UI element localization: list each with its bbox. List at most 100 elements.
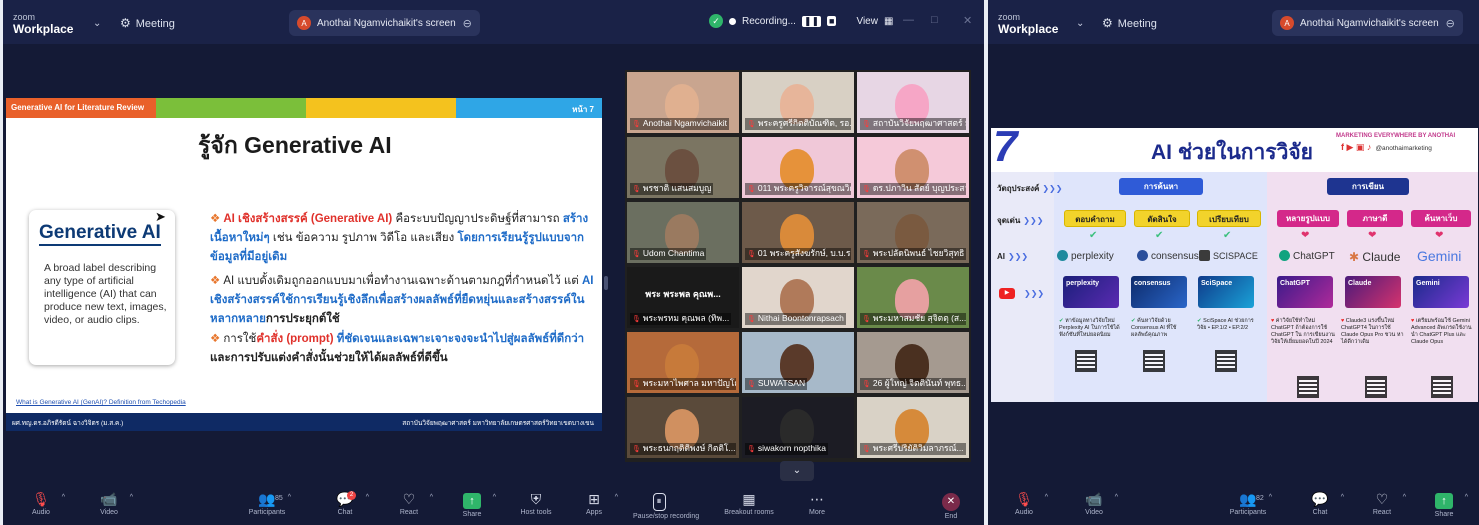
mic-muted-icon: 🎙 [632, 121, 641, 128]
note-claude: ♥ Claude3 แรงขึ้นใหม่ ChatGPT4 ในการใช้ … [1341, 318, 1404, 345]
minimize-icon[interactable]: — [903, 14, 914, 26]
mouse-cursor-icon: ➤ [155, 209, 166, 224]
screen-share-pill[interactable]: A Anothai Ngamvichaikit's screen ⊖ [1272, 10, 1463, 36]
meeting-menu[interactable]: ⚙ Meeting [120, 16, 175, 30]
participant-tile[interactable]: 🎙 011 พระครูวิจารณ์สุขณวิต [742, 137, 854, 198]
participant-name: 🎙 พระมหาสมชัย สุจิตตุ (ส... [860, 313, 966, 325]
share-button[interactable]: ↑ Share ^ [1418, 491, 1470, 518]
audio-button[interactable]: 🎙 Audio ^ [15, 491, 67, 516]
grid-view-icon[interactable]: ▦ [884, 16, 893, 27]
participant-tile[interactable]: 🎙 พระศรีปริยัติวิมลาภรณ์... [857, 397, 969, 458]
caret-up-icon[interactable]: ^ [1115, 494, 1118, 501]
apps-button[interactable]: ⊞ Apps ^ [568, 491, 620, 516]
participant-name: 🎙 26 ผู้ใหญ่ จิตตินันท์ พุทธ... [860, 378, 966, 390]
participant-tile[interactable]: 🎙 พระมหาไพศาล มหาปัญโญ [627, 332, 739, 393]
caret-up-icon[interactable]: ^ [1341, 494, 1344, 501]
video-thumbnail-chatgpt[interactable]: ChatGPT [1277, 276, 1333, 308]
participant-tile[interactable]: 🎙 พรชาติ แสนสมบูญ [627, 137, 739, 198]
caret-up-icon[interactable]: ^ [62, 494, 65, 501]
caret-up-icon[interactable]: ^ [1465, 494, 1468, 501]
participant-tile[interactable]: 🎙 พระธนกฤติติพงษ์ กิตติโ... [627, 397, 739, 458]
react-button[interactable]: ♡ React ^ [1356, 491, 1408, 516]
check-icon: ✔ [1155, 230, 1164, 241]
mic-muted-icon: 🎙 [747, 316, 756, 323]
participant-tile[interactable]: 🎙 26 ผู้ใหญ่ จิตตินันท์ พุทธ... [857, 332, 969, 393]
mic-muted-icon: 🎙 [632, 316, 641, 323]
video-button[interactable]: 📹 Video ^ [83, 491, 135, 516]
caret-up-icon[interactable]: ^ [493, 494, 496, 501]
chat-button[interactable]: 💬 2 Chat ^ [319, 491, 371, 516]
participants-button[interactable]: 👥 85 Participants ^ [241, 491, 293, 516]
video-thumbnail-perplexity[interactable]: perplexity [1063, 276, 1119, 308]
participant-tile[interactable]: 🎙 SUWATSAN [742, 332, 854, 393]
video-thumbnail-consensus[interactable]: consensus [1131, 276, 1187, 308]
breakout-rooms-button[interactable]: ▦ Breakout rooms [723, 491, 775, 516]
row-arrows: ❯❯❯ [1024, 289, 1045, 298]
participant-tile[interactable]: 🎙 siwakorn nopthika [742, 397, 854, 458]
video-button[interactable]: 📹 Video ^ [1068, 491, 1120, 516]
toolbar-label: Host tools [520, 509, 552, 516]
participant-tile[interactable]: 🎙 Anothai Ngamvichaikit [627, 72, 739, 133]
participant-tile[interactable]: 🎙สถาบันวิจัยพฤฒาศาสตร์ ม... [857, 72, 969, 133]
caret-up-icon[interactable]: ^ [1045, 494, 1048, 501]
stop-icon[interactable]: ■ [827, 16, 837, 26]
video-thumbnail-gemini[interactable]: Gemini [1413, 276, 1469, 308]
recording-status[interactable]: ✓ Recording... ❚❚ ■ View ▦ [709, 14, 893, 28]
audio-button[interactable]: 🎙 Audio ^ [998, 491, 1050, 516]
react-button[interactable]: ♡ React ^ [383, 491, 435, 516]
qr-code [1431, 376, 1453, 398]
mic-muted-icon: 🎙 [862, 316, 871, 323]
chevron-down-icon[interactable]: ⌄ [780, 461, 814, 481]
maximize-icon[interactable]: □ [931, 14, 938, 26]
note-perplexity: ✔ หาข้อมูลทางวิจัยใหม่ Perplexity AI ในก… [1059, 318, 1120, 338]
caret-up-icon[interactable]: ^ [1269, 494, 1272, 501]
video-thumbnail-claude[interactable]: Claude [1345, 276, 1401, 308]
source-link[interactable]: What is Generative AI (GenAI)? Definitio… [16, 399, 186, 406]
caret-up-icon[interactable]: ^ [1403, 494, 1406, 501]
share-button[interactable]: ↑ Share ^ [446, 491, 498, 518]
more-button[interactable]: ⋯ More [791, 491, 843, 516]
zoom-workplace-logo[interactable]: zoom Workplace [13, 11, 73, 35]
host-tools-button[interactable]: ⛨ Host tools [510, 491, 562, 516]
pause-stop-recording-button[interactable]: ⏸ Pause/stop recording [633, 491, 699, 520]
chevron-down-icon[interactable]: ⌄ [1076, 18, 1084, 29]
chevron-down-icon[interactable]: ⌄ [93, 18, 101, 29]
minus-circle-icon[interactable]: ⊖ [463, 17, 472, 30]
participants-icon: 👥 [258, 491, 276, 507]
caret-up-icon[interactable]: ^ [366, 494, 369, 501]
video-thumbnail-scispace[interactable]: SciSpace [1198, 276, 1254, 308]
caret-up-icon[interactable]: ^ [130, 494, 133, 501]
caret-up-icon[interactable]: ^ [615, 494, 618, 501]
caret-up-icon[interactable]: ^ [430, 494, 433, 501]
pause-icon[interactable]: ❚❚ [801, 15, 822, 27]
heart-icon: ♡ [1375, 491, 1389, 507]
participant-name: 🎙 พระครูศรีกิตติบัณฑิต, รอ... [745, 118, 851, 130]
pause-stop-icon: ⏸ [652, 493, 666, 511]
participant-tile[interactable]: 🎙 01 พระครูสังฆรักษ์, บ.บ.ร [742, 202, 854, 263]
toolbar-label: End [944, 513, 958, 520]
participant-tile[interactable]: 🎙 พระครูศรีกิตติบัณฑิต, รอ... [742, 72, 854, 133]
caret-up-icon[interactable]: ^ [288, 494, 291, 501]
toolbar-label: React [399, 509, 419, 516]
view-button[interactable]: View [856, 16, 878, 27]
note-scispace: ✔ SciSpace AI ช่วยการวิจัย • EP.1/2 • EP… [1197, 318, 1254, 331]
split-drag-handle[interactable] [604, 276, 608, 290]
participants-button[interactable]: 👥 82 Participants ^ [1222, 491, 1274, 516]
toolbar-label: Audio [1015, 509, 1033, 516]
end-button[interactable]: ✕ End [925, 491, 977, 520]
screen-share-pill[interactable]: A Anothai Ngamvichaikit's screen ⊖ [289, 10, 480, 36]
close-icon[interactable]: ✕ [963, 14, 972, 27]
avatar-icon: A [297, 16, 311, 30]
participant-tile[interactable]: พระ พระพล คุณพ... 🎙 พระพรหม คุณพล (ทิพ... [627, 267, 739, 328]
participant-tile[interactable]: 🎙 พระปลัดนิพนธ์ ไชยวิสุทธิ [857, 202, 969, 263]
slide-number: 7 [993, 128, 1018, 171]
meeting-menu[interactable]: ⚙ Meeting [1102, 16, 1157, 30]
zoom-workplace-logo[interactable]: zoom Workplace [998, 11, 1058, 35]
minus-circle-icon[interactable]: ⊖ [1446, 17, 1455, 30]
participant-tile[interactable]: 🎙 ดร.ปภาวิน สัตย์ บุญประสาร [857, 137, 969, 198]
participant-tile[interactable]: 🎙 Udom Chantima [627, 202, 739, 263]
participant-tile[interactable]: 🎙 พระมหาสมชัย สุจิตตุ (ส... [857, 267, 969, 328]
participant-tile[interactable]: 🎙 Nithai Boontonrapsach [742, 267, 854, 328]
toolbar-label: Share [1434, 511, 1454, 518]
chat-button[interactable]: 💬 Chat ^ [1294, 491, 1346, 516]
